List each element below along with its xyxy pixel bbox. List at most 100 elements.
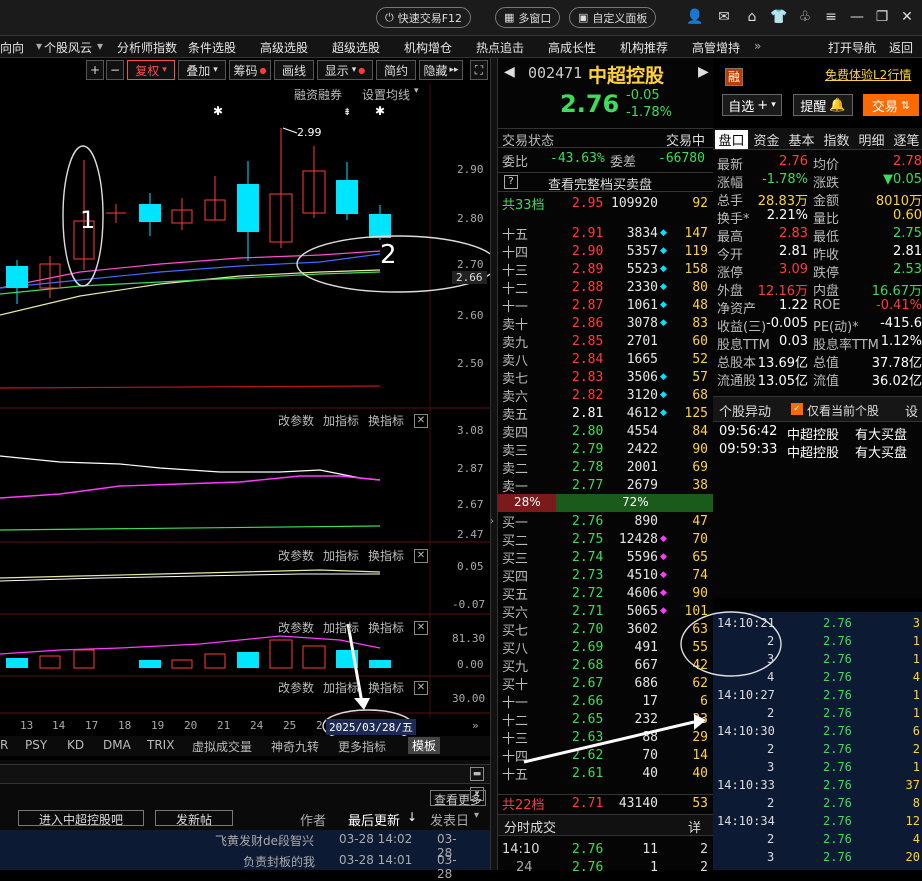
collapse-icon[interactable]: ▬ [470,767,484,781]
minimize-icon[interactable]: — [849,9,865,25]
indicator-tab[interactable]: PSY [25,738,47,752]
ask-row[interactable]: 卖六 2.82 3120 ◆ 68 [498,386,714,405]
switch-indicator-link[interactable]: 换指标 [368,619,404,636]
menu-item[interactable]: 向向 [0,39,24,56]
menu-item[interactable]: 高成长性 [548,39,596,56]
switch-indicator-link[interactable]: 换指标 [368,679,404,696]
only-current-label[interactable]: 仅看当前个股 [807,402,879,419]
menu-item[interactable]: 打开导航 [828,39,876,56]
scroll-right-icon[interactable]: » [472,719,479,732]
add-indicator-link[interactable]: 加指标 [323,619,359,636]
user-icon[interactable]: 👤 [686,9,703,25]
forum-row[interactable]: 飞黄发财de段智兴 03-28 14:02 03-28 [0,832,470,860]
ask-row[interactable]: 卖九 2.85 2701 60 [498,332,714,351]
ask-row[interactable]: 卖三 2.79 2422 90 [498,440,714,459]
ask-row[interactable]: 十五 2.91 3834 ◆ 147 [498,224,714,243]
quick-trade-button[interactable]: ⏻ 快速交易F12 [376,7,472,28]
home-icon[interactable]: ⌂ [744,9,760,25]
indicator-tab[interactable]: R [0,738,8,752]
kline-chart-pane[interactable]: + − 复权 ▾ 叠加 ▾ 筹码 ● 画线 显示 ▾ ● 简约 隐藏 ▸▸ ⛶ 融资融券 设… [0,58,490,758]
ask-row[interactable]: 卖八 2.84 1665 52 [498,350,714,369]
close-panel-icon[interactable]: ✕ [414,681,428,695]
add-indicator-link[interactable]: 加指标 [323,679,359,696]
shirt-icon[interactable]: 👕 [770,9,787,25]
menu-item[interactable]: 高管增持 [692,39,740,56]
indicator-tab[interactable]: 虚拟成交量 [192,738,252,755]
info-tab[interactable]: 盘口 [715,130,748,149]
ask-row[interactable]: 十三 2.89 5523 ◆ 158 [498,260,714,279]
only-current-checkbox[interactable]: ✓ [791,403,803,415]
edit-params-link[interactable]: 改参数 [278,619,314,636]
enter-bar-button[interactable]: 进入中超控股吧 [18,810,144,827]
indicator-tab[interactable]: TRIX [147,738,174,752]
ask-row[interactable]: 卖一 2.77 2679 38 [498,476,714,495]
info-tab[interactable]: 资金 [750,130,783,149]
free-trial-link[interactable]: 免费体验L2行情 [825,66,911,83]
ask-row[interactable]: 卖五 2.81 4612 ◆ 125 [498,404,714,423]
ask-row[interactable]: 卖二 2.78 2001 69 [498,458,714,477]
indicator-tab[interactable]: DMA [103,738,131,752]
template-tab[interactable]: 模板 [408,737,441,754]
skin-icon[interactable]: ♧ [797,9,813,25]
restore-icon[interactable]: ❐ [874,9,890,25]
ask-row[interactable]: 十一 2.87 1061 ◆ 48 [498,296,714,315]
close-panel-icon[interactable]: ✕ [414,549,428,563]
info-tab[interactable]: 指数 [820,130,853,149]
add-indicator-link[interactable]: 加指标 [323,412,359,429]
info-tab[interactable]: 逐笔 [890,130,922,149]
menu-item[interactable]: 热点追击 [476,39,524,56]
menu-icon[interactable]: ≡ [823,9,839,25]
new-post-button[interactable]: 发新帖 [155,810,233,827]
indicator-tab[interactable]: 神奇九转 [271,738,319,755]
info-tab[interactable]: 基本 [785,130,818,149]
menu-item[interactable]: 条件选股 [188,39,236,56]
detail-button[interactable]: 详 [688,817,701,836]
bid-row[interactable]: 买三 2.74 5596 ◆ 65 [498,548,714,567]
menu-item[interactable]: 高级选股 [260,39,308,56]
post-date-header[interactable]: 发表日 [430,810,469,829]
trade-button[interactable]: 交易 ⇅ [863,94,919,116]
movement-item[interactable]: 09:59:33 中超控股 有大买盘 [717,442,922,461]
indicator-tab[interactable]: KD [67,738,84,752]
next-stock-icon[interactable]: ▶ [698,64,709,80]
ask-row[interactable]: 十二 2.88 2330 ◆ 80 [498,278,714,297]
menu-item[interactable]: 分析师指数 [117,39,177,56]
last-update-header[interactable]: 最后更新 [348,810,400,829]
menu-item[interactable]: 返回 [889,39,913,56]
custom-panel-button[interactable]: ▣ 自定义面板 [569,7,657,28]
menu-item[interactable]: 个股风云 [44,39,92,56]
prev-stock-icon[interactable]: ◀ [504,64,515,80]
close-icon[interactable]: ✕ [899,9,915,25]
bid-row[interactable]: 买一 2.76 890 47 [498,512,714,531]
ask-row[interactable]: 卖七 2.83 3506 ◆ 57 [498,368,714,387]
more-menu-icon[interactable]: » [754,39,761,53]
close-panel-icon[interactable]: ✕ [414,414,428,428]
bid-row[interactable]: 买四 2.73 4510 ◆ 74 [498,566,714,585]
switch-indicator-link[interactable]: 换指标 [368,412,404,429]
splitter[interactable] [490,58,497,870]
mail-icon[interactable]: ✉ [716,9,732,25]
bid-row[interactable]: 买二 2.75 12428 ◆ 70 [498,530,714,549]
collapse-arrow-icon[interactable]: › [490,516,494,527]
watchlist-button[interactable]: 自选 + ▾ [722,94,782,116]
multi-window-button[interactable]: ▦ 多窗口 [495,7,561,28]
menu-item[interactable]: 机构增仓 [404,39,452,56]
full-book-link[interactable]: ? 查看完整档买卖盘 [498,172,714,193]
info-tab[interactable]: 明细 [855,130,888,149]
edit-params-link[interactable]: 改参数 [278,412,314,429]
add-indicator-link[interactable]: 加指标 [323,547,359,564]
movement-setting-button[interactable]: 设 [905,401,918,420]
movement-item[interactable]: 09:56:42 中超控股 有大买盘 [717,424,922,443]
forum-row[interactable]: 负责封板的我 03-28 14:01 03-28 [0,853,470,881]
indicator-tab[interactable]: 更多指标 [338,738,386,755]
switch-indicator-link[interactable]: 换指标 [368,547,404,564]
menu-item[interactable]: 机构推荐 [620,39,668,56]
alert-button[interactable]: 提醒 🔔 [793,94,853,116]
edit-params-link[interactable]: 改参数 [278,547,314,564]
edit-params-link[interactable]: 改参数 [278,679,314,696]
see-more-button[interactable]: 查看更多 [430,790,487,807]
menu-item[interactable]: 超级选股 [332,39,380,56]
ask-row[interactable]: 十四 2.90 5357 ◆ 119 [498,242,714,261]
close-panel-icon[interactable]: ✕ [414,621,428,635]
ask-row[interactable]: 卖四 2.80 4554 84 [498,422,714,441]
